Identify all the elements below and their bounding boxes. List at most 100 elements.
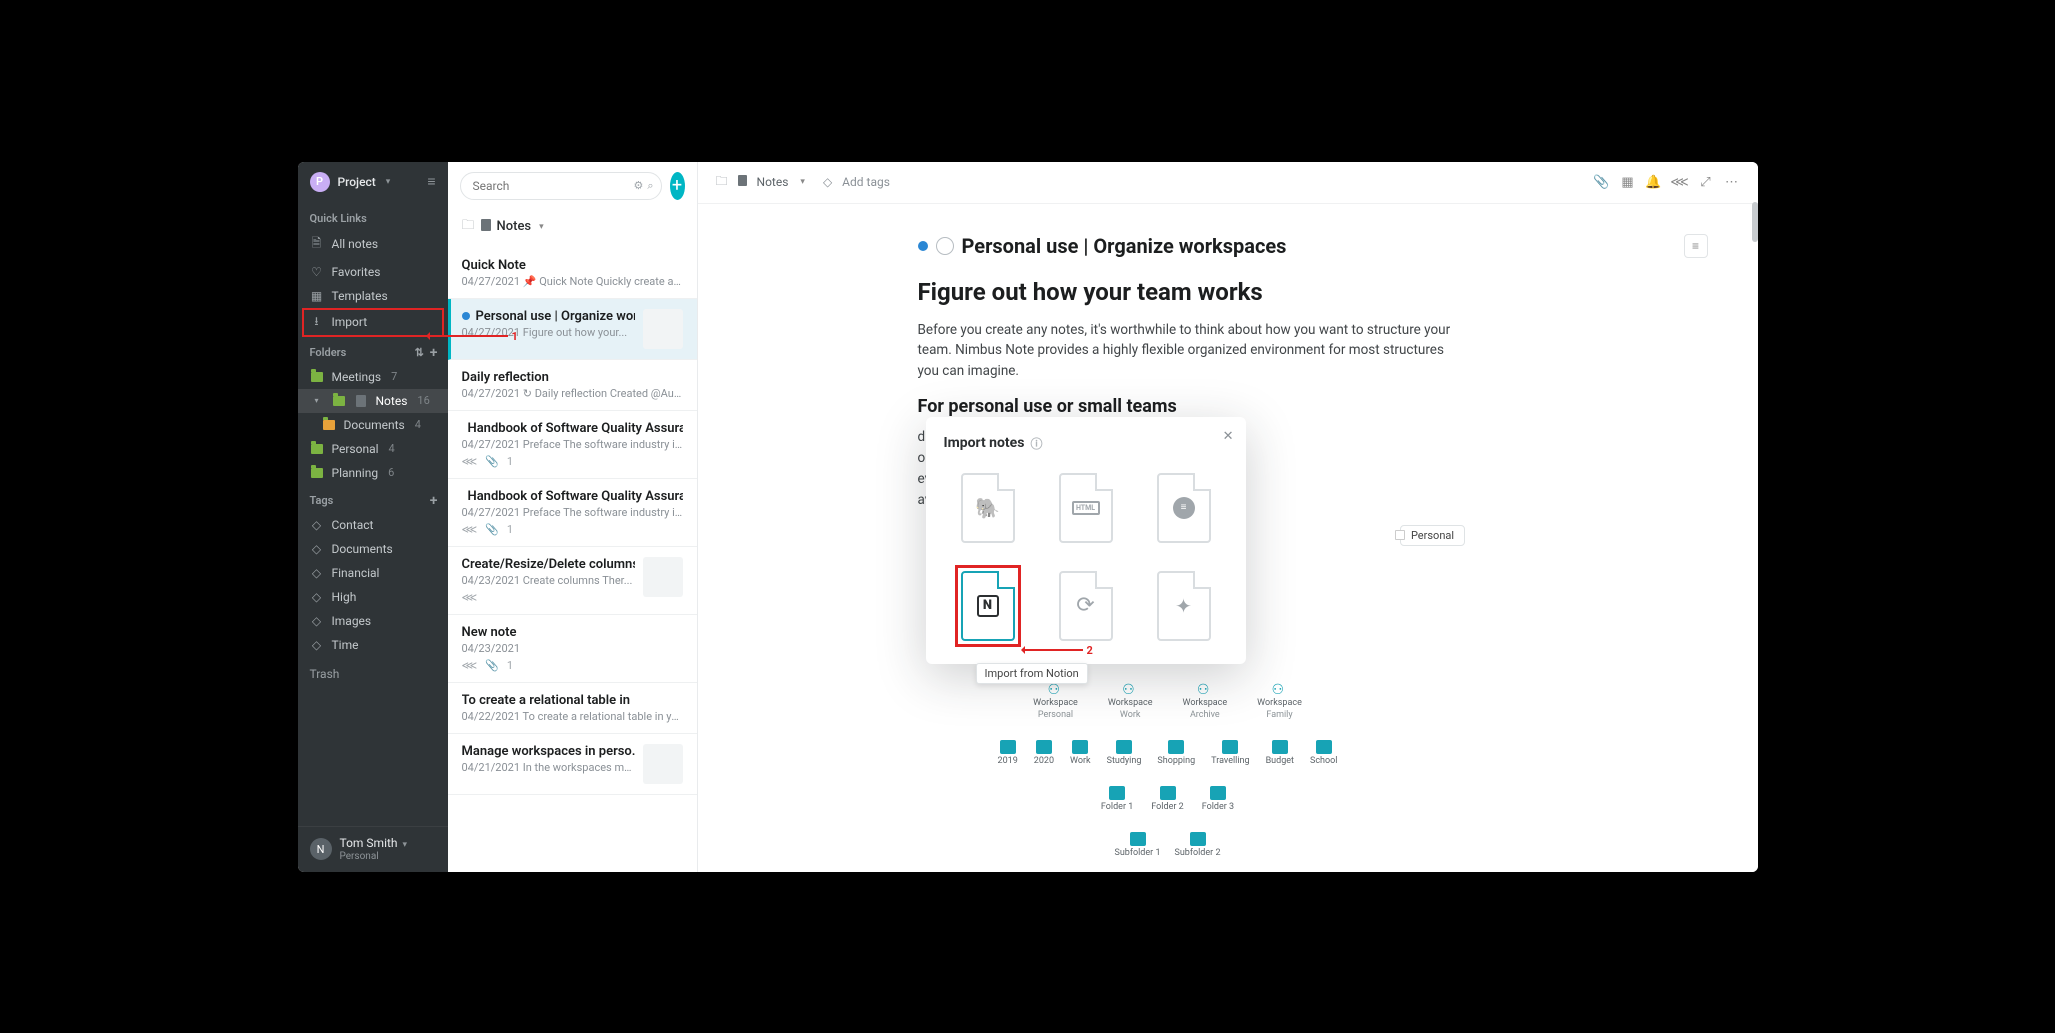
filter-icon[interactable]: ⚙ <box>633 179 643 193</box>
folders-header: Folders ⇅ + <box>298 337 448 365</box>
import-evernote[interactable]: 🐘 <box>956 468 1020 548</box>
folder-icon <box>1222 740 1238 754</box>
add-note-button[interactable]: + <box>670 172 685 200</box>
folder-icon <box>1272 740 1288 754</box>
user-avatar: N <box>310 838 332 860</box>
add-tag-icon[interactable]: + <box>430 493 438 509</box>
note-item[interactable]: To create a relational table in 04/22/20… <box>448 683 697 734</box>
folder-meetings[interactable]: Meetings7 <box>298 365 448 389</box>
heading-3[interactable]: For personal use or small teams <box>918 396 1708 417</box>
workspace-name: Project <box>338 175 376 189</box>
note-item[interactable]: Quick Note 04/27/2021 📌 Quick Note Quick… <box>448 248 697 299</box>
folder-icon <box>310 372 324 382</box>
tag-icon: ◇ <box>310 518 324 532</box>
hierarchy-icon: ⚇ <box>1122 682 1138 696</box>
folder-documents[interactable]: Documents4 <box>298 413 448 437</box>
qr-icon[interactable]: ▦ <box>1620 174 1636 190</box>
chevron-down-icon: ▾ <box>403 840 408 850</box>
folder-icon <box>1036 740 1052 754</box>
import-notion[interactable]: N <box>956 566 1020 646</box>
nav-trash[interactable]: Trash <box>298 657 448 691</box>
note-item[interactable]: New note 04/23/2021 ⋘📎1 <box>448 615 697 683</box>
tag-financial[interactable]: ◇Financial <box>298 561 448 585</box>
folder-personal[interactable]: Personal4 <box>298 437 448 461</box>
emoji-picker-icon[interactable] <box>936 237 954 255</box>
folder-planning[interactable]: Planning6 <box>298 461 448 485</box>
folder-open-icon: 🗀 <box>462 216 475 238</box>
doc-title[interactable]: Personal use | Organize workspaces <box>962 234 1287 258</box>
add-tags[interactable]: Add tags <box>842 175 890 189</box>
nav-all-notes[interactable]: 🗎All notes <box>298 229 448 260</box>
search-icon[interactable]: ⌕ <box>647 179 653 193</box>
folder-icon <box>310 468 324 478</box>
tag-icon: ◇ <box>310 542 324 556</box>
folder-icon <box>1000 740 1016 754</box>
list-breadcrumb[interactable]: 🗀 Notes ▾ <box>448 210 697 248</box>
nav-templates[interactable]: ▦Templates <box>298 284 448 308</box>
heart-icon: ♡ <box>310 265 324 279</box>
folder-icon <box>1130 832 1146 846</box>
reminder-icon[interactable]: 🔔 <box>1646 174 1662 190</box>
user-footer[interactable]: N Tom Smith ▾ Personal <box>298 826 448 872</box>
import-dropbox-paper[interactable]: ⟳ <box>1054 566 1118 646</box>
folder-icon <box>332 396 346 406</box>
import-text[interactable]: ≡ <box>1152 468 1216 548</box>
workspace-switcher[interactable]: P Project ▾ ≡ <box>298 162 448 202</box>
close-icon[interactable]: ✕ <box>1223 429 1234 444</box>
nav-favorites[interactable]: ♡Favorites <box>298 260 448 284</box>
heading-2[interactable]: Figure out how your team works <box>918 278 1708 306</box>
swirl-icon: ⟳ <box>1076 593 1094 618</box>
folder-icon[interactable]: 🗀 <box>716 172 728 193</box>
tag-time[interactable]: ◇Time <box>298 633 448 657</box>
share-icon: ⋘ <box>462 523 478 536</box>
folder-icon <box>1116 740 1132 754</box>
sidebar-collapse-icon[interactable]: ≡ <box>427 173 435 190</box>
note-list-column: ⚙ ⌕ + 🗀 Notes ▾ Quick Note 04/27/2021 📌 Q… <box>448 162 698 872</box>
expand-icon[interactable]: ⤢ <box>1698 174 1714 190</box>
help-icon[interactable]: ⓘ <box>1030 435 1042 452</box>
annotation-arrow-1: 1 <box>428 330 518 343</box>
note-item[interactable]: Handbook of Software Quality Assura... 0… <box>448 479 697 547</box>
doc-outline-icon[interactable]: ≡ <box>1684 234 1708 258</box>
hierarchy-icon: ⚇ <box>1197 682 1213 696</box>
badge-personal: Personal <box>1400 525 1465 546</box>
hierarchy-icon: ⚇ <box>1272 682 1288 696</box>
folder-icon <box>1160 786 1176 800</box>
user-sub: Personal <box>340 851 408 862</box>
download-icon: ⭳ <box>310 312 324 333</box>
add-folder-icon[interactable]: + <box>430 345 438 361</box>
user-name: Tom Smith <box>340 836 398 850</box>
html-icon: HTML <box>1072 501 1100 515</box>
modal-title: Import notes ⓘ <box>944 435 1228 452</box>
folder-notes[interactable]: ▾Notes16 <box>298 389 448 413</box>
tag-contact[interactable]: ◇Contact <box>298 513 448 537</box>
note-item[interactable]: Create/Resize/Delete columns 04/23/2021 … <box>448 547 697 615</box>
tag-images[interactable]: ◇Images <box>298 609 448 633</box>
confluence-icon: ✦ <box>1175 594 1192 618</box>
note-item[interactable]: Manage workspaces in perso... 04/21/2021… <box>448 734 697 795</box>
workspace-avatar: P <box>310 172 330 192</box>
tag-documents[interactable]: ◇Documents <box>298 537 448 561</box>
crumb-notes[interactable]: Notes <box>757 175 789 189</box>
note-item[interactable]: Handbook of Software Quality Assura... 0… <box>448 411 697 479</box>
tag-high[interactable]: ◇High <box>298 585 448 609</box>
more-icon[interactable]: ⋯ <box>1724 174 1740 190</box>
folder-icon <box>1316 740 1332 754</box>
folder-icon <box>1210 786 1226 800</box>
import-html[interactable]: HTML <box>1054 468 1118 548</box>
note-item[interactable]: Daily reflection 04/27/2021 ↻ Daily refl… <box>448 360 697 411</box>
attachment-icon: 📎 <box>485 455 499 468</box>
share-icon[interactable]: ⋘ <box>1672 174 1688 190</box>
sort-icon[interactable]: ⇅ <box>415 346 424 359</box>
attachment-icon[interactable]: 📎 <box>1594 174 1610 190</box>
status-dot-icon <box>462 312 470 320</box>
chevron-down-icon: ▾ <box>310 396 324 405</box>
content-scrollbar[interactable] <box>1752 202 1758 242</box>
chevron-down-icon[interactable]: ▾ <box>800 177 805 187</box>
import-confluence[interactable]: ✦ <box>1152 566 1216 646</box>
tag-icon: ◇ <box>310 590 324 604</box>
search-input[interactable] <box>460 172 662 200</box>
folder-icon <box>322 420 336 430</box>
tags-header: Tags + <box>298 485 448 513</box>
paragraph[interactable]: Before you create any notes, it's worthw… <box>918 320 1458 383</box>
